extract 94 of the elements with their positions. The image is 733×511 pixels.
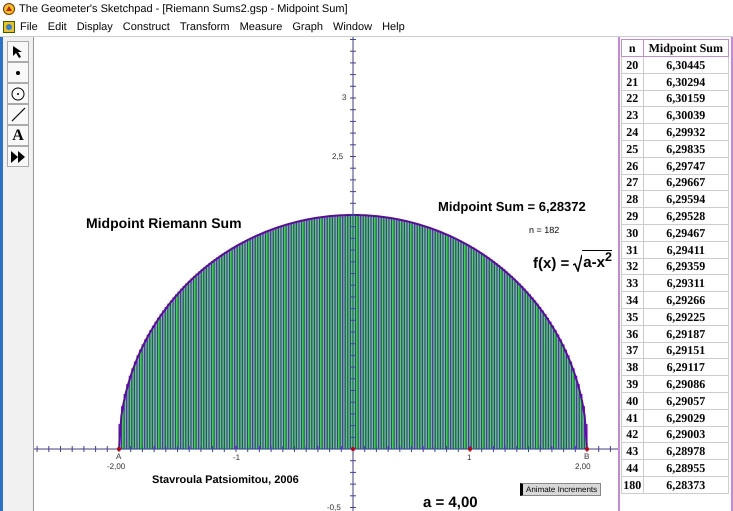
tick-label: 3 (342, 94, 346, 102)
table-cell: 6,30039 (643, 106, 728, 124)
table-cell: 6,29747 (643, 157, 728, 174)
table-cell: 6,29667 (643, 174, 728, 191)
table-cell: 6,29311 (643, 274, 728, 292)
count-label: n = 182 (529, 226, 560, 235)
table-cell: 36 (622, 325, 644, 342)
coordinate-label: -2,00 (107, 463, 126, 471)
table-cell: 28 (622, 190, 644, 208)
tick-label: 1 (467, 454, 472, 462)
tool-button[interactable] (7, 41, 29, 62)
column-header: n (622, 40, 644, 56)
midpoint-sum-measurement: Midpoint Sum = 6,28372 (438, 200, 586, 213)
table-cell: 6,29003 (643, 426, 728, 443)
table-cell: 40 (622, 392, 644, 410)
menu-item[interactable]: Help (377, 21, 410, 33)
tick-label: -1 (233, 454, 240, 462)
function-label: f(x) = (533, 254, 570, 272)
table-cell: 39 (622, 376, 644, 392)
table-cell: 6,29057 (643, 392, 728, 410)
table-cell: 6,29411 (643, 241, 728, 258)
tool-button[interactable] (7, 146, 29, 167)
table-cell: 27 (622, 174, 644, 191)
table-cell: 43 (622, 442, 644, 460)
table-cell: 26 (622, 157, 644, 174)
table-cell: 6,29266 (643, 292, 728, 308)
table-cell: 6,29835 (643, 140, 728, 158)
table-cell: 180 (622, 476, 644, 494)
table-cell: 33 (622, 274, 644, 292)
tool-button[interactable] (7, 62, 29, 83)
radical-icon (573, 254, 582, 272)
window-title: The Geometer's Sketchpad - [Riemann Sums2.gsp - Midpoint Sum] (19, 3, 348, 15)
table-cell: 32 (622, 258, 644, 275)
table-cell: 22 (622, 90, 644, 107)
table-cell: 6,29187 (643, 325, 728, 342)
table-cell: 24 (622, 124, 644, 140)
table-cell: 21 (622, 73, 644, 90)
menu-item[interactable]: Edit (42, 21, 72, 33)
column-header: Midpoint Sum (643, 40, 728, 56)
table-cell: 35 (622, 308, 644, 326)
table-cell: 6,29467 (643, 224, 728, 242)
table-cell: 38 (622, 358, 644, 376)
menu-item[interactable]: Measure (234, 21, 288, 33)
table-cell: 25 (622, 140, 644, 158)
table-cell: 6,29151 (643, 342, 728, 359)
table-cell: 44 (622, 460, 644, 476)
table-cell: 6,29117 (643, 358, 728, 376)
menu-item[interactable]: Transform (174, 21, 235, 33)
tool-button[interactable] (7, 104, 29, 125)
table-cell: 41 (622, 409, 644, 426)
table-cell: 6,30294 (643, 73, 728, 90)
table-cell: 6,29932 (643, 124, 728, 140)
table-cell: 20 (622, 56, 644, 74)
author-credit: Stavroula Patsiomitou, 2006 (152, 475, 299, 486)
text-tool[interactable]: A (7, 125, 29, 146)
table-cell: 34 (622, 292, 644, 308)
menu-item[interactable]: Graph (287, 21, 328, 33)
menu-item[interactable]: Window (328, 21, 378, 33)
table-cell: 6,28955 (643, 460, 728, 476)
tick-label: -0,5 (327, 504, 341, 511)
point-label: A (116, 453, 122, 461)
table-cell: 23 (622, 106, 644, 124)
fast-forward-icon (10, 150, 26, 162)
coordinate-label: 2,00 (575, 463, 591, 471)
table-cell: 6,30159 (643, 90, 728, 107)
table-cell: 6,29594 (643, 190, 728, 208)
table-cell: 6,30445 (643, 56, 728, 74)
table-cell: 31 (622, 241, 644, 258)
point-icon (16, 70, 20, 74)
menu-item[interactable]: File (15, 21, 43, 33)
circle-icon (11, 86, 25, 100)
parameter-value: a = 4,00 (423, 495, 478, 510)
tool-button[interactable] (7, 83, 29, 104)
table-cell: 6,29225 (643, 308, 728, 326)
sketch-title: Midpoint Riemann Sum (86, 216, 242, 230)
table-cell: 6,28978 (643, 442, 728, 460)
table-cell: 6,29029 (643, 409, 728, 426)
tick-label: 2,5 (332, 152, 344, 160)
table-cell: 6,29086 (643, 376, 728, 392)
animate-button[interactable]: Animate Increments (520, 483, 602, 496)
function-radicand: a-x$^{2}$ (582, 250, 612, 272)
point-label: B (584, 453, 590, 461)
table-cell: 30 (622, 224, 644, 242)
table-cell: 42 (622, 426, 644, 443)
table-cell: 6,29528 (643, 208, 728, 224)
table-cell: 6,28373 (643, 476, 728, 494)
document-icon[interactable] (3, 21, 15, 33)
menu-item[interactable]: Display (72, 21, 118, 33)
table-cell: 29 (622, 208, 644, 224)
table-cell: 37 (622, 342, 644, 359)
line-segment-icon (10, 107, 26, 122)
table-cell: 6,29359 (643, 258, 728, 275)
app-icon (3, 3, 15, 15)
menu-item[interactable]: Construct (118, 21, 175, 33)
